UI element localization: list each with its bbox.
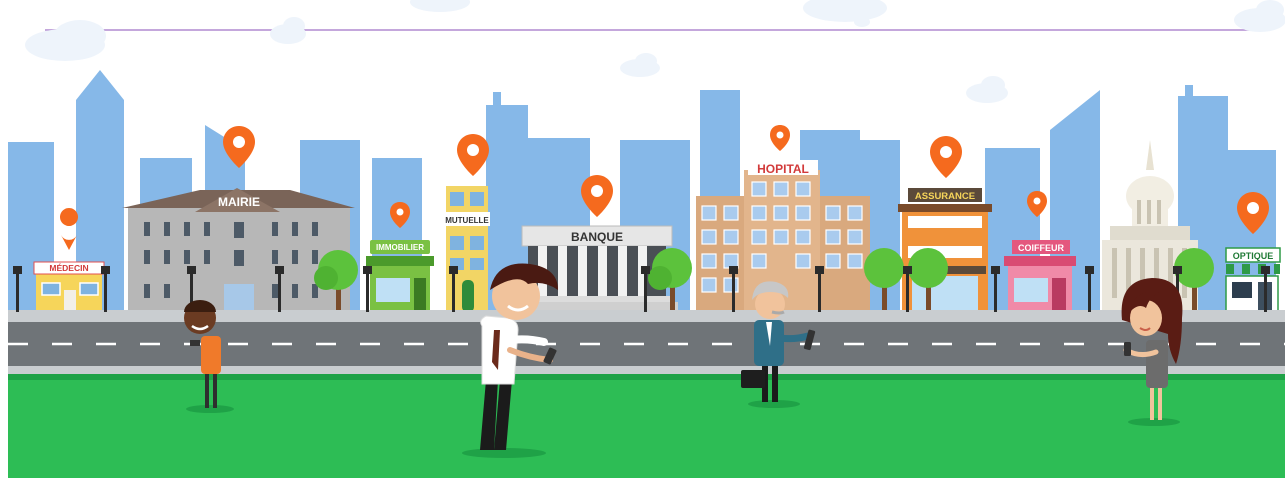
building-coiffeur: COIFFEUR	[1004, 240, 1076, 312]
building-optique: OPTIQUE	[1225, 247, 1281, 313]
city-scene-svg: MÉDECIN MAIRIE IMMOBILIER MUTUELLE BANQU…	[8, 0, 1285, 478]
cloud-icon	[410, 0, 470, 12]
grass	[8, 380, 1285, 478]
location-pin-icon[interactable]	[60, 207, 79, 250]
assurance-label: ASSURANCE	[915, 191, 975, 202]
mutuelle-label: MUTUELLE	[445, 216, 489, 225]
mairie-label: MAIRIE	[218, 195, 260, 209]
immobilier-label: IMMOBILIER	[376, 243, 424, 252]
cloud-icon	[620, 53, 660, 77]
cloud-icon	[1234, 0, 1285, 32]
city-illustration: MÉDECIN MAIRIE IMMOBILIER MUTUELLE BANQU…	[0, 0, 1285, 478]
location-pin-icon[interactable]	[770, 125, 790, 151]
grass-edge	[8, 374, 1285, 380]
medecin-label: MÉDECIN	[49, 263, 88, 273]
location-pin-icon[interactable]	[457, 134, 489, 176]
coiffeur-label: COIFFEUR	[1018, 243, 1064, 253]
cloud-icon	[25, 20, 106, 61]
building-immobilier: IMMOBILIER	[366, 240, 434, 312]
building-mairie: MAIRIE	[122, 188, 355, 312]
location-pin-icon[interactable]	[930, 136, 962, 178]
banque-label: BANQUE	[571, 230, 623, 244]
sidewalk-bottom	[8, 366, 1285, 374]
cloud-icon	[803, 0, 887, 27]
hopital-label: HOPITAL	[757, 162, 809, 176]
cloud-icon	[270, 17, 306, 44]
optique-label: OPTIQUE	[1233, 251, 1274, 261]
building-mutuelle: MUTUELLE	[444, 186, 490, 312]
building-assurance: ASSURANCE	[898, 188, 992, 312]
building-medecin: MÉDECIN	[33, 261, 105, 312]
cloud-icon	[966, 76, 1008, 103]
